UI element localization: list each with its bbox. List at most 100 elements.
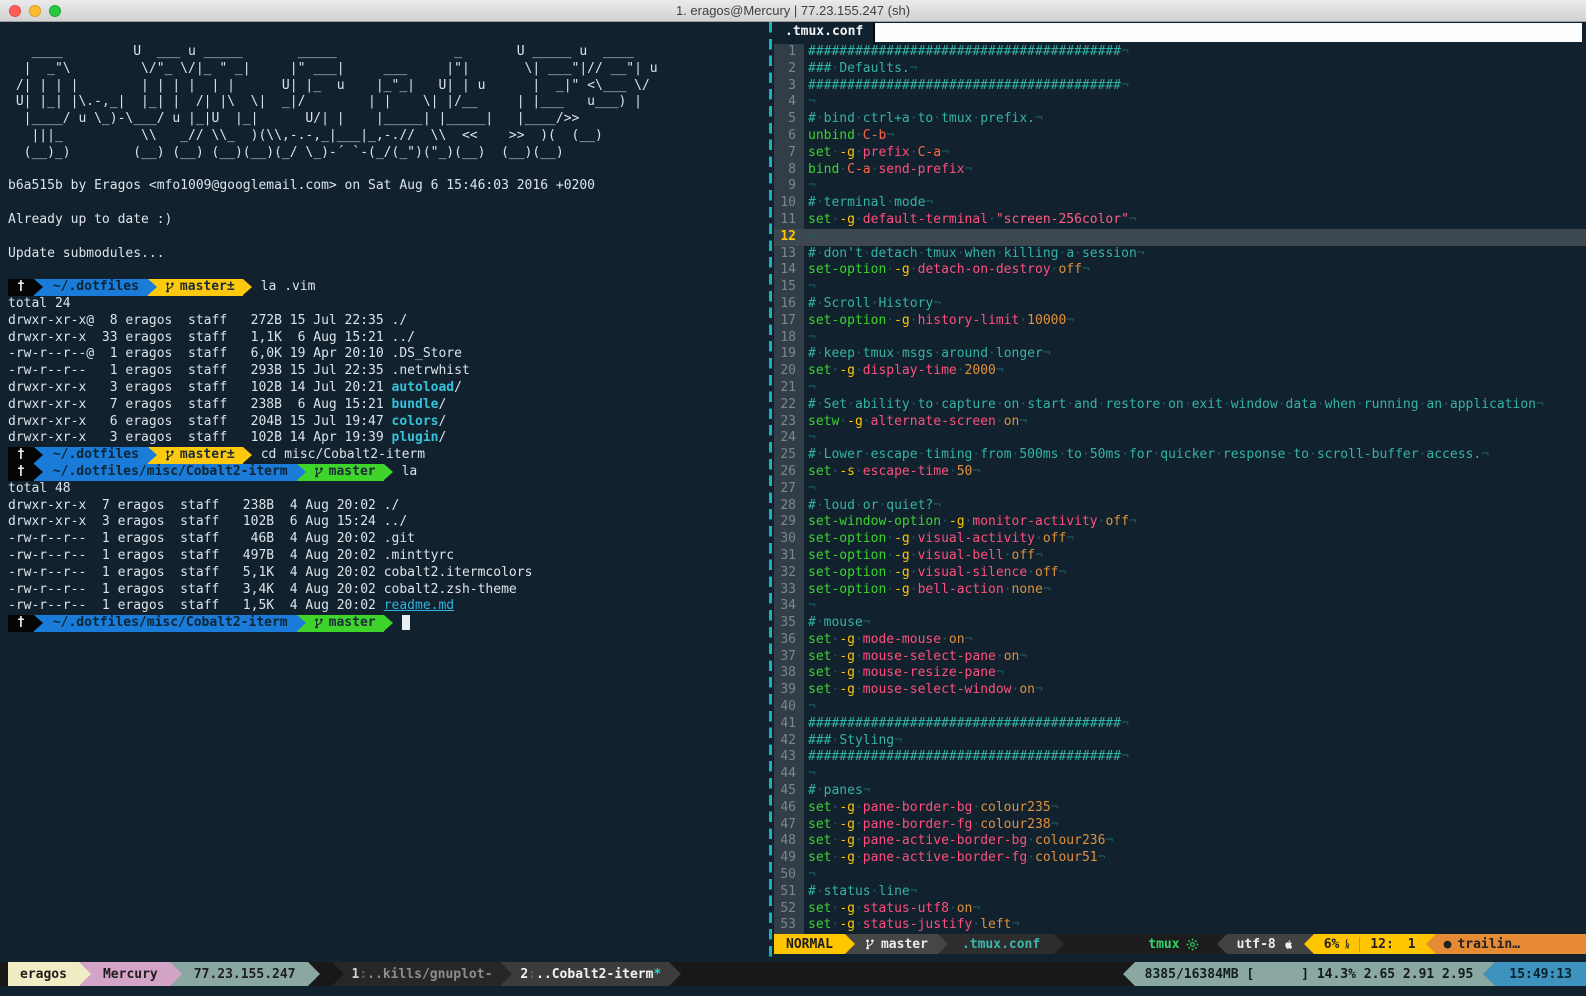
vim-line[interactable]: 26set·-s·escape-time·50¬ bbox=[774, 464, 1586, 481]
vim-line[interactable]: 24¬ bbox=[774, 430, 1586, 447]
vim-line-text: set·-g·prefix·C-a¬ bbox=[804, 145, 1586, 162]
vim-line[interactable]: 22#·Set·ability·to·capture·on·start·and·… bbox=[774, 397, 1586, 414]
vim-line[interactable]: 30set-option·-g·visual-activity·off¬ bbox=[774, 531, 1586, 548]
vim-line[interactable]: 5#·bind·ctrl+a·to·tmux·prefix.¬ bbox=[774, 111, 1586, 128]
vim-line-text: #·Scroll·History¬ bbox=[804, 296, 1586, 313]
vim-line[interactable]: 29set-window-option·-g·monitor-activity·… bbox=[774, 514, 1586, 531]
vim-line[interactable]: 14set-option·-g·detach-on-destroy·off¬ bbox=[774, 262, 1586, 279]
tmux-window-active[interactable]: 2:..Cobalt2-iterm* bbox=[512, 962, 669, 986]
vim-line[interactable]: 33set-option·-g·bell-action·none¬ bbox=[774, 582, 1586, 599]
prompt-path-segment: ~/.dotfiles/misc/Cobalt2-iterm bbox=[43, 615, 297, 632]
minimize-button[interactable] bbox=[29, 5, 41, 17]
vim-line[interactable]: 9¬ bbox=[774, 178, 1586, 195]
vim-line[interactable]: 43######################################… bbox=[774, 749, 1586, 766]
vim-line[interactable]: 45#·panes¬ bbox=[774, 783, 1586, 800]
vim-line[interactable]: 10#·terminal·mode¬ bbox=[774, 195, 1586, 212]
vim-line[interactable]: 52set·-g·status-utf8·on¬ bbox=[774, 901, 1586, 918]
vim-line-text: set·-g·pane-border-fg·colour238¬ bbox=[804, 817, 1586, 834]
vim-line-text: setw·-g·alternate-screen·on¬ bbox=[804, 414, 1586, 431]
vim-line[interactable]: 6unbind·C-b¬ bbox=[774, 128, 1586, 145]
vim-line[interactable]: 50¬ bbox=[774, 867, 1586, 884]
vim-line[interactable]: 47set·-g·pane-border-fg·colour238¬ bbox=[774, 817, 1586, 834]
vim-line-text: bind·C-a·send-prefix¬ bbox=[804, 162, 1586, 179]
tmux-pane-border[interactable] bbox=[769, 22, 772, 962]
listing-row: drwxr-xr-x 3 eragos staff 102B 14 Apr 19… bbox=[8, 430, 768, 447]
vim-line-text: set·-g·pane-border-bg·colour235¬ bbox=[804, 800, 1586, 817]
vim-line[interactable]: 18¬ bbox=[774, 330, 1586, 347]
vim-line[interactable]: 53set·-g·status-justify·left¬ bbox=[774, 917, 1586, 934]
line-number: 41 bbox=[774, 716, 804, 733]
vim-line-text: set·-g·mode-mouse·on¬ bbox=[804, 632, 1586, 649]
vim-line[interactable]: 44¬ bbox=[774, 766, 1586, 783]
listing-row: drwxr-xr-x 3 eragos staff 102B 14 Jul 20… bbox=[8, 380, 768, 397]
tmux-pane-vim[interactable]: .tmux.conf 1############################… bbox=[774, 22, 1586, 962]
vim-line[interactable]: 34¬ bbox=[774, 598, 1586, 615]
vim-line-text: ########################################… bbox=[804, 749, 1586, 766]
vim-line[interactable]: 42###·Styling¬ bbox=[774, 733, 1586, 750]
vim-tab-tmux-conf[interactable]: .tmux.conf bbox=[774, 22, 873, 44]
vim-line[interactable]: 16#·Scroll·History¬ bbox=[774, 296, 1586, 313]
vim-line-text: set-option·-g·detach-on-destroy·off¬ bbox=[804, 262, 1586, 279]
vim-line-text: set-option·-g·bell-action·none¬ bbox=[804, 582, 1586, 599]
vim-line[interactable]: 13#·don't·detach·tmux·when·killing·a·ses… bbox=[774, 246, 1586, 263]
powerline-arrow-icon bbox=[384, 464, 393, 481]
vim-line[interactable]: 1#######################################… bbox=[774, 44, 1586, 61]
vim-line[interactable]: 46set·-g·pane-border-bg·colour235¬ bbox=[774, 800, 1586, 817]
vim-line-text: unbind·C-b¬ bbox=[804, 128, 1586, 145]
file-attributes: drwxr-xr-x 33 eragos staff 1,1K 6 Aug 15… bbox=[8, 330, 392, 345]
vim-line-text: set-option·-g·visual-activity·off¬ bbox=[804, 531, 1586, 548]
vim-line[interactable]: 51#·status·line¬ bbox=[774, 884, 1586, 901]
vim-line[interactable]: 19#·keep·tmux·msgs·around·longer¬ bbox=[774, 346, 1586, 363]
maximize-button[interactable] bbox=[49, 5, 61, 17]
vim-buffer[interactable]: 1#######################################… bbox=[774, 44, 1586, 934]
vim-line-text: set-option·-g·visual-silence·off¬ bbox=[804, 565, 1586, 582]
vim-line[interactable]: 37set·-g·mouse-select-pane·on¬ bbox=[774, 649, 1586, 666]
line-number: 28 bbox=[774, 498, 804, 515]
vim-line[interactable]: 20set·-g·display-time·2000¬ bbox=[774, 363, 1586, 380]
vim-line[interactable]: 38set·-g·mouse-resize-pane¬ bbox=[774, 665, 1586, 682]
line-number: 48 bbox=[774, 833, 804, 850]
vim-line-text: ¬ bbox=[804, 380, 1586, 397]
file-name[interactable]: readme.md bbox=[384, 598, 454, 613]
vim-line[interactable]: 41######################################… bbox=[774, 716, 1586, 733]
vim-line[interactable]: 8bind·C-a·send-prefix¬ bbox=[774, 162, 1586, 179]
vim-line[interactable]: 49set·-g·pane-active-border-fg·colour51¬ bbox=[774, 850, 1586, 867]
prompt-branch-segment: master bbox=[306, 464, 384, 481]
file-name: cobalt2.zsh-theme bbox=[384, 582, 517, 597]
vim-line[interactable]: 32set-option·-g·visual-silence·off¬ bbox=[774, 565, 1586, 582]
line-number: 11 bbox=[774, 212, 804, 229]
listing-total: total 48 bbox=[8, 481, 768, 498]
tmux-host-segment: Mercury bbox=[91, 962, 170, 986]
vim-line[interactable]: 3#######################################… bbox=[774, 78, 1586, 95]
vim-line[interactable]: 40¬ bbox=[774, 699, 1586, 716]
line-number: 19 bbox=[774, 346, 804, 363]
vim-line[interactable]: 7set·-g·prefix·C-a¬ bbox=[774, 145, 1586, 162]
vim-line[interactable]: 17set-option·-g·history-limit·10000¬ bbox=[774, 313, 1586, 330]
vim-line[interactable]: 28#·loud·or·quiet?¬ bbox=[774, 498, 1586, 515]
shell-prompt-current[interactable]: † ~/.dotfiles/misc/Cobalt2-iterm master bbox=[8, 615, 768, 632]
powerline-arrow-icon bbox=[1217, 934, 1227, 954]
vim-line[interactable]: 2###·Defaults.¬ bbox=[774, 61, 1586, 78]
vim-line[interactable]: 35#·mouse¬ bbox=[774, 615, 1586, 632]
vim-line[interactable]: 39set·-g·mouse-select-window·on¬ bbox=[774, 682, 1586, 699]
vim-line[interactable]: 23setw·-g·alternate-screen·on¬ bbox=[774, 414, 1586, 431]
vim-line[interactable]: 31set-option·-g·visual-bell·off¬ bbox=[774, 548, 1586, 565]
vim-line[interactable]: 36set·-g·mode-mouse·on¬ bbox=[774, 632, 1586, 649]
tmux-window-inactive[interactable]: 1:..kills/gnuplot- bbox=[344, 962, 501, 986]
vim-line[interactable]: 27¬ bbox=[774, 481, 1586, 498]
vim-line[interactable]: 4¬ bbox=[774, 94, 1586, 111]
close-button[interactable] bbox=[9, 5, 21, 17]
vim-line[interactable]: 48set·-g·pane-active-border-bg·colour236… bbox=[774, 833, 1586, 850]
tmux-pane-shell[interactable]: ____ U ___ u _____ _____ _ U _____ u ___… bbox=[0, 22, 768, 962]
line-number: 34 bbox=[774, 598, 804, 615]
vim-line-text: set·-g·pane-active-border-bg·colour236¬ bbox=[804, 833, 1586, 850]
line-number: 4 bbox=[774, 94, 804, 111]
scroll-percent: 6% bbox=[1324, 937, 1340, 952]
line-number: 15 bbox=[774, 279, 804, 296]
vim-line[interactable]: 21¬ bbox=[774, 380, 1586, 397]
vim-line-text: #·Set·ability·to·capture·on·start·and·re… bbox=[804, 397, 1586, 414]
vim-line[interactable]: 25#·Lower·escape·timing·from·500ms·to·50… bbox=[774, 447, 1586, 464]
vim-line[interactable]: 11set·-g·default-terminal·"screen-256col… bbox=[774, 212, 1586, 229]
vim-line[interactable]: 12¬ bbox=[774, 229, 1586, 246]
vim-line[interactable]: 15¬ bbox=[774, 279, 1586, 296]
